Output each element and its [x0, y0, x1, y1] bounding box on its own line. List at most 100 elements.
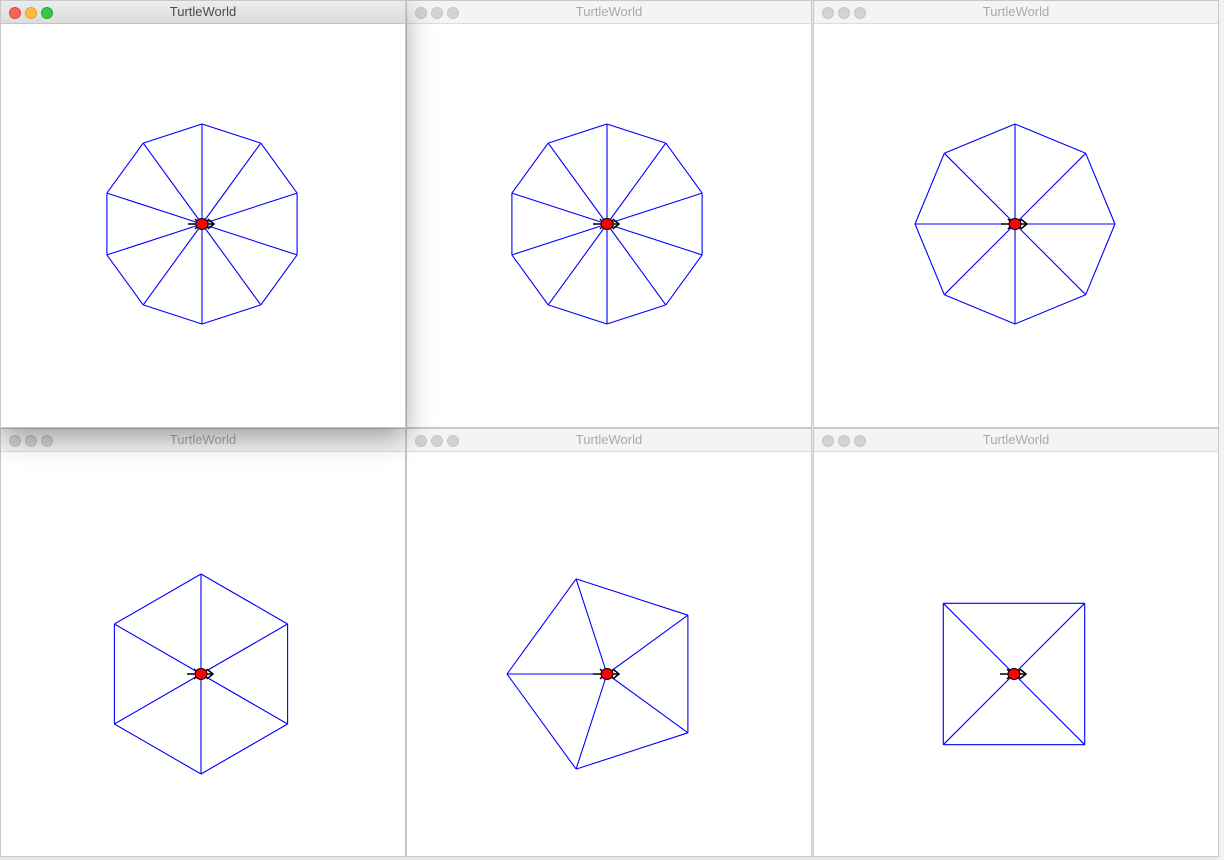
turtle-canvas[interactable]: [407, 24, 811, 427]
zoom-icon[interactable]: [41, 435, 53, 447]
window-title: TurtleWorld: [982, 432, 1050, 447]
polygon-edge: [914, 223, 945, 295]
polygon-drawing: [106, 123, 298, 325]
window-titlebar[interactable]: TurtleWorld: [1, 429, 405, 452]
turtle-icon: [593, 668, 621, 680]
polygon-edge: [114, 573, 202, 625]
minimize-icon[interactable]: [25, 7, 37, 19]
polygon-spoke: [201, 142, 262, 225]
window-titlebar[interactable]: TurtleWorld: [407, 1, 811, 24]
polygon-spoke: [201, 223, 262, 306]
minimize-icon[interactable]: [838, 7, 850, 19]
close-icon[interactable]: [415, 435, 427, 447]
close-icon[interactable]: [822, 7, 834, 19]
turtle-canvas[interactable]: [814, 452, 1218, 856]
polygon-spoke: [942, 602, 1015, 675]
polygon-spoke: [943, 152, 1016, 225]
polygon-spoke: [606, 614, 689, 675]
polygon-spoke: [106, 223, 203, 256]
polygon-spoke: [200, 673, 288, 725]
polygon-spoke: [942, 673, 1015, 746]
window-titlebar[interactable]: TurtleWorld: [407, 429, 811, 452]
polygon-edge: [506, 578, 577, 675]
turtleworld-window-4[interactable]: TurtleWorld: [0, 428, 406, 857]
polygon-drawing: [942, 602, 1086, 746]
polygon-edge: [575, 732, 689, 770]
polygon-spoke: [142, 223, 203, 306]
turtle-canvas[interactable]: [1, 452, 405, 856]
polygon-spoke: [1013, 602, 1086, 675]
polygon-spoke: [606, 223, 667, 306]
polygon-edge: [1014, 294, 1086, 325]
turtle-canvas[interactable]: [407, 452, 811, 856]
window-titlebar[interactable]: TurtleWorld: [814, 429, 1218, 452]
polygon-spoke: [114, 623, 202, 675]
minimize-icon[interactable]: [431, 7, 443, 19]
turtleworld-window-3[interactable]: TurtleWorld: [813, 0, 1219, 428]
turtleworld-window-5[interactable]: TurtleWorld: [406, 428, 812, 857]
window-title: TurtleWorld: [575, 432, 643, 447]
polygon-edge: [944, 123, 1016, 154]
polygon-edge: [506, 673, 577, 770]
close-icon[interactable]: [9, 7, 21, 19]
polygon-spoke: [1013, 673, 1086, 746]
polygon-spoke: [201, 223, 298, 256]
traffic-lights: [415, 434, 463, 447]
polygon-edge: [606, 123, 666, 144]
turtleworld-window-2[interactable]: TurtleWorld: [406, 0, 812, 428]
close-icon[interactable]: [9, 435, 21, 447]
polygon-edge: [106, 142, 144, 194]
polygon-drawing: [113, 573, 289, 775]
zoom-icon[interactable]: [854, 7, 866, 19]
polygon-edge: [201, 123, 261, 144]
polygon-drawing: [914, 123, 1116, 325]
traffic-lights: [9, 6, 57, 19]
polygon-edge: [1014, 123, 1086, 154]
polygon-edge: [914, 153, 945, 225]
polygon-spoke: [511, 223, 608, 256]
polygon-edge: [260, 254, 298, 306]
turtleworld-window-1[interactable]: TurtleWorld: [0, 0, 406, 428]
close-icon[interactable]: [822, 435, 834, 447]
traffic-lights: [9, 434, 57, 447]
polygon-edge: [200, 723, 288, 775]
polygon-edge: [201, 304, 261, 325]
polygon-edge: [114, 723, 202, 775]
polygon-spoke: [606, 673, 689, 734]
turtle-canvas[interactable]: [814, 24, 1218, 427]
minimize-icon[interactable]: [431, 435, 443, 447]
polygon-edge: [548, 304, 608, 325]
zoom-icon[interactable]: [854, 435, 866, 447]
window-title: TurtleWorld: [169, 432, 237, 447]
polygon-spoke: [511, 192, 608, 225]
zoom-icon[interactable]: [447, 435, 459, 447]
polygon-edge: [575, 578, 689, 616]
turtle-canvas[interactable]: [1, 24, 405, 427]
polygon-spoke: [547, 142, 608, 225]
polygon-drawing: [506, 578, 689, 770]
window-title: TurtleWorld: [575, 4, 643, 19]
polygon-edge: [606, 304, 666, 325]
traffic-lights: [415, 6, 463, 19]
traffic-lights: [822, 6, 870, 19]
polygon-edge: [143, 304, 203, 325]
close-icon[interactable]: [415, 7, 427, 19]
polygon-edge: [260, 142, 298, 194]
polygon-spoke: [200, 623, 288, 675]
zoom-icon[interactable]: [41, 7, 53, 19]
minimize-icon[interactable]: [25, 435, 37, 447]
zoom-icon[interactable]: [447, 7, 459, 19]
turtle-icon: [1000, 668, 1028, 680]
polygon-spoke: [575, 578, 608, 675]
polygon-spoke: [547, 223, 608, 306]
polygon-spoke: [606, 192, 703, 225]
polygon-edge: [511, 142, 549, 194]
polygon-edge: [665, 142, 703, 194]
turtleworld-window-6[interactable]: TurtleWorld: [813, 428, 1219, 857]
polygon-spoke: [606, 142, 667, 225]
window-titlebar[interactable]: TurtleWorld: [1, 1, 405, 24]
traffic-lights: [822, 434, 870, 447]
minimize-icon[interactable]: [838, 435, 850, 447]
window-titlebar[interactable]: TurtleWorld: [814, 1, 1218, 24]
polygon-spoke: [1014, 152, 1087, 225]
